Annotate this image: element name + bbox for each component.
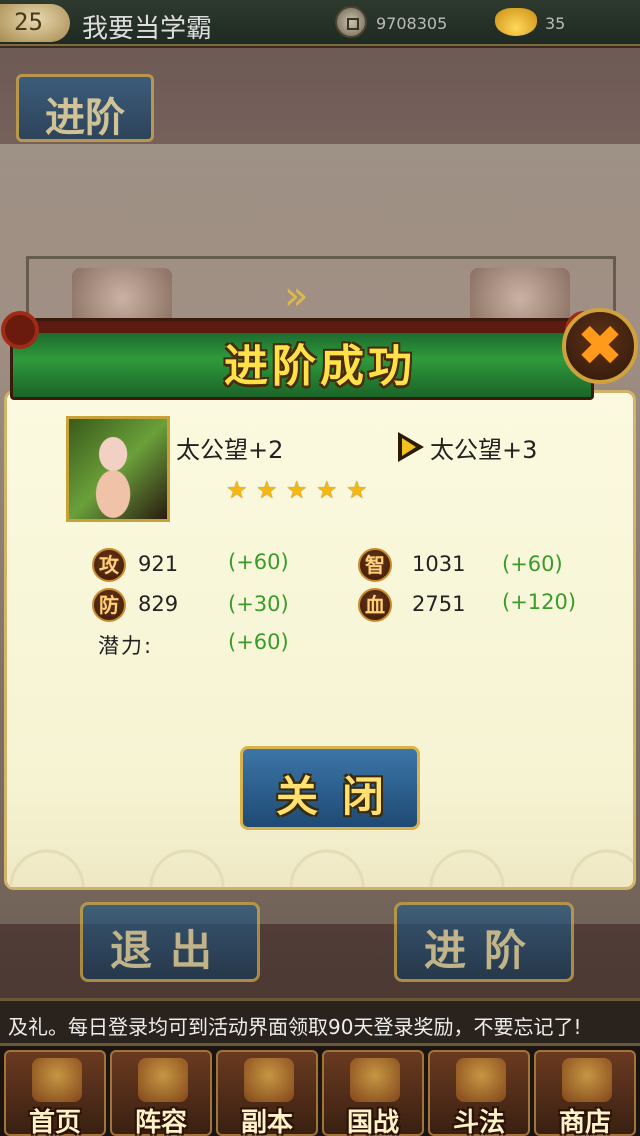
duel-icon xyxy=(456,1058,506,1102)
gold-count: 35 xyxy=(545,14,566,33)
defense-value: 829 xyxy=(138,592,179,616)
star-icon: ★ xyxy=(346,476,368,504)
nav-label: 阵容 xyxy=(134,1108,187,1136)
nav-label: 斗法 xyxy=(452,1108,505,1136)
attack-gain: (+60) xyxy=(228,550,289,574)
star-icon: ★ xyxy=(226,476,248,504)
attack-icon: 攻 xyxy=(92,548,126,582)
close-dialog-button[interactable]: ✖ xyxy=(562,308,638,384)
double-arrow-icon: » xyxy=(284,273,309,319)
shop-icon xyxy=(562,1058,612,1102)
potential-label: 潜力: xyxy=(98,634,154,658)
nav-label: 国战 xyxy=(346,1108,399,1136)
hero-portrait xyxy=(66,416,170,522)
nav-item-dungeon[interactable]: 副本 xyxy=(216,1050,318,1136)
nav-item-duel[interactable]: 斗法 xyxy=(428,1050,530,1136)
defense-icon: 防 xyxy=(92,588,126,622)
player-name: 我要当学霸 xyxy=(82,14,213,44)
announcement-ticker: 及礼。每日登录均可到活动界面领取90天登录奖励，不要忘记了! xyxy=(0,998,640,1046)
health-icon: 血 xyxy=(358,588,392,622)
lineup-icon xyxy=(138,1058,188,1102)
nav-item-shop[interactable]: 商店 xyxy=(534,1050,636,1136)
star-icon: ★ xyxy=(286,476,308,504)
intellect-gain: (+60) xyxy=(502,552,563,576)
health-gain: (+120) xyxy=(502,590,577,614)
health-value: 2751 xyxy=(412,592,466,616)
nav-label: 首页 xyxy=(28,1108,81,1136)
war-icon xyxy=(350,1058,400,1102)
star-icon: ★ xyxy=(256,476,278,504)
level-badge: 25 xyxy=(0,4,70,42)
nav-item-home[interactable]: 首页 xyxy=(4,1050,106,1136)
star-icon: ★ xyxy=(316,476,338,504)
home-icon xyxy=(32,1058,82,1102)
close-button-label: 关闭 xyxy=(275,772,408,821)
exit-button[interactable]: 退出 xyxy=(80,902,260,982)
nav-item-war[interactable]: 国战 xyxy=(322,1050,424,1136)
intellect-value: 1031 xyxy=(412,552,466,576)
gold-ingot-icon xyxy=(495,8,537,36)
potential-gain: (+60) xyxy=(228,630,289,654)
ticker-text: 及礼。每日登录均可到活动界面领取90天登录奖励，不要忘记了! xyxy=(8,1015,582,1039)
defense-gain: (+30) xyxy=(228,592,289,616)
copper-coin-icon xyxy=(335,6,367,38)
intellect-icon: 智 xyxy=(358,548,392,582)
dungeon-icon xyxy=(244,1058,294,1102)
dialog-title: 进阶成功 xyxy=(224,341,416,392)
advance-tab[interactable]: 进阶 xyxy=(16,74,154,142)
coin-count: 9708305 xyxy=(376,14,448,33)
nav-label: 副本 xyxy=(240,1108,293,1136)
attack-value: 921 xyxy=(138,552,179,576)
hero-name-after: 太公望+3 xyxy=(430,436,538,464)
nav-label: 商店 xyxy=(558,1108,611,1136)
close-icon: ✖ xyxy=(576,314,624,379)
top-status-bar: 25 我要当学霸 9708305 35 xyxy=(0,0,640,46)
nav-item-lineup[interactable]: 阵容 xyxy=(110,1050,212,1136)
bottom-nav: 首页 阵容 副本 国战 斗法 商店 xyxy=(0,1046,640,1136)
hero-name-before: 太公望+2 xyxy=(176,436,284,464)
close-button[interactable]: 关闭 xyxy=(240,746,420,830)
advance-button[interactable]: 进阶 xyxy=(394,902,574,982)
